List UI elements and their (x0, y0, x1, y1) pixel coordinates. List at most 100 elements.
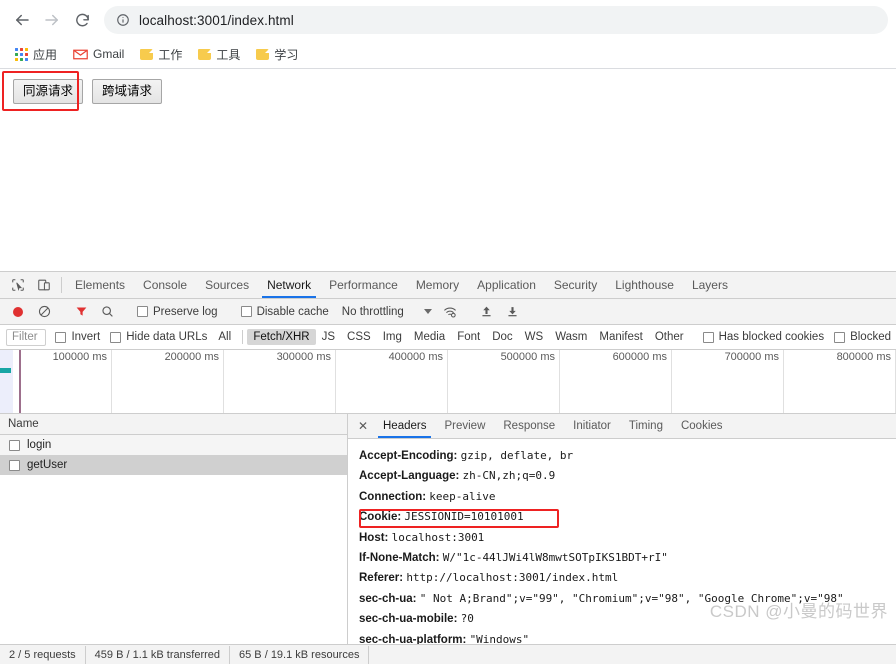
apps-grid-icon (15, 48, 28, 61)
forward-icon[interactable] (38, 6, 66, 34)
page-info-icon[interactable] (116, 13, 130, 27)
bookmarks-bar: 应用 Gmail 工作 工具 学习 (0, 40, 896, 68)
header-row-accept-encoding: Accept-Encoding: gzip, deflate, br (354, 446, 896, 466)
has-blocked-cookies-checkbox[interactable]: Has blocked cookies (698, 331, 829, 343)
tab-layers[interactable]: Layers (683, 272, 737, 298)
type-filter-ws[interactable]: WS (519, 329, 550, 345)
clear-icon[interactable] (32, 300, 56, 324)
detail-tab-cookies[interactable]: Cookies (672, 414, 732, 438)
bookmark-study[interactable]: 学习 (250, 43, 304, 66)
back-icon[interactable] (8, 6, 36, 34)
hide-data-urls-label: Hide data URLs (126, 331, 207, 343)
toolbar-divider (61, 277, 62, 293)
same-origin-request-button[interactable]: 同源请求 (13, 79, 83, 104)
tab-performance[interactable]: Performance (320, 272, 407, 298)
record-icon[interactable] (6, 300, 30, 324)
search-icon[interactable] (95, 300, 119, 324)
type-filter-other[interactable]: Other (649, 329, 690, 345)
invert-checkbox[interactable]: Invert (50, 331, 105, 343)
blocked-checkbox[interactable]: Blocked (829, 331, 896, 343)
status-resources: 65 B / 19.1 kB resources (230, 646, 369, 664)
reload-icon[interactable] (68, 6, 96, 34)
preserve-log-checkbox[interactable]: Preserve log (132, 306, 223, 318)
tab-sources[interactable]: Sources (196, 272, 258, 298)
folder-icon (140, 49, 153, 60)
request-name: login (27, 439, 51, 451)
header-name: Referer: (359, 572, 403, 584)
close-icon[interactable]: ✕ (352, 414, 374, 438)
bookmark-label: 工作 (158, 46, 182, 63)
bookmark-label: 工具 (216, 46, 240, 63)
detail-tab-timing[interactable]: Timing (620, 414, 672, 438)
folder-icon (256, 49, 269, 60)
tab-memory[interactable]: Memory (407, 272, 468, 298)
tab-elements[interactable]: Elements (66, 272, 134, 298)
tab-application[interactable]: Application (468, 272, 545, 298)
cross-origin-request-button[interactable]: 跨域请求 (92, 79, 162, 104)
export-har-icon[interactable] (501, 300, 525, 324)
bookmark-work[interactable]: 工作 (134, 43, 188, 66)
bookmark-gmail[interactable]: Gmail (67, 44, 130, 64)
header-value: JESSIONID=10101001 (404, 510, 523, 523)
ruler-tick: 100000 ms (0, 350, 112, 414)
header-value: "Windows" (470, 633, 530, 644)
tab-console[interactable]: Console (134, 272, 196, 298)
inspect-element-icon[interactable] (5, 272, 31, 298)
type-filter-doc[interactable]: Doc (486, 329, 518, 345)
type-filter-wasm[interactable]: Wasm (549, 329, 593, 345)
bookmark-tools[interactable]: 工具 (192, 43, 246, 66)
type-filter-media[interactable]: Media (408, 329, 451, 345)
network-conditions-icon[interactable] (438, 300, 462, 324)
network-overview[interactable]: 100000 ms 200000 ms 300000 ms 400000 ms … (0, 350, 896, 414)
header-row-cookie: Cookie: JESSIONID=10101001 (354, 507, 896, 527)
disable-cache-checkbox[interactable]: Disable cache (236, 306, 334, 318)
header-value: keep-alive (429, 490, 495, 503)
throttling-dropdown[interactable]: No throttling (336, 306, 436, 318)
filter-input[interactable]: Filter (6, 329, 46, 346)
type-filter-manifest[interactable]: Manifest (593, 329, 648, 345)
details-tabbar: ✕ Headers Preview Response Initiator Tim… (348, 414, 896, 439)
ruler-tick-label: 100000 ms (53, 351, 107, 363)
ruler-tick-label: 700000 ms (725, 351, 779, 363)
header-row-if-none-match: If-None-Match: W/"1c-44lJWi4lW8mwtSOTpIK… (354, 548, 896, 568)
bookmark-label: 学习 (274, 46, 298, 63)
type-filter-img[interactable]: Img (377, 329, 408, 345)
request-type-icon (9, 460, 20, 471)
hide-data-urls-checkbox[interactable]: Hide data URLs (105, 331, 212, 343)
type-filter-all[interactable]: All (212, 329, 237, 345)
bookmark-label: 应用 (33, 46, 57, 63)
checkbox-box (703, 332, 714, 343)
network-toolbar: Preserve log Disable cache No throttling (0, 299, 896, 325)
table-row[interactable]: getUser (0, 455, 347, 475)
address-bar[interactable]: localhost:3001/index.html (104, 6, 888, 34)
detail-tab-preview[interactable]: Preview (435, 414, 494, 438)
request-list: login getUser (0, 435, 347, 644)
tab-lighthouse[interactable]: Lighthouse (606, 272, 683, 298)
detail-tab-headers[interactable]: Headers (374, 414, 435, 438)
browser-chrome: localhost:3001/index.html 应用 Gmail (0, 0, 896, 69)
type-filter-css[interactable]: CSS (341, 329, 377, 345)
request-column-header-name[interactable]: Name (0, 414, 347, 435)
bookmark-apps[interactable]: 应用 (9, 43, 63, 66)
tab-network[interactable]: Network (258, 272, 320, 298)
table-row[interactable]: login (0, 435, 347, 455)
header-name: Accept-Language: (359, 470, 459, 482)
import-har-icon[interactable] (475, 300, 499, 324)
type-filter-js[interactable]: JS (316, 329, 341, 345)
invert-label: Invert (71, 331, 100, 343)
header-name: Host: (359, 532, 388, 544)
detail-tab-initiator[interactable]: Initiator (564, 414, 620, 438)
checkbox-box (110, 332, 121, 343)
type-filter-font[interactable]: Font (451, 329, 486, 345)
blocked-label: Blocked (850, 331, 891, 343)
type-filter-fetch-xhr[interactable]: Fetch/XHR (247, 329, 315, 345)
filter-funnel-icon[interactable] (69, 300, 93, 324)
ruler-tick: 700000 ms (672, 350, 784, 414)
headers-list: Accept-Encoding: gzip, deflate, br Accep… (348, 439, 896, 644)
overview-selection-band[interactable] (0, 350, 13, 414)
header-value: localhost:3001 (392, 531, 485, 544)
detail-tab-response[interactable]: Response (494, 414, 564, 438)
tab-security[interactable]: Security (545, 272, 606, 298)
status-transferred: 459 B / 1.1 kB transferred (86, 646, 230, 664)
device-toolbar-icon[interactable] (31, 272, 57, 298)
